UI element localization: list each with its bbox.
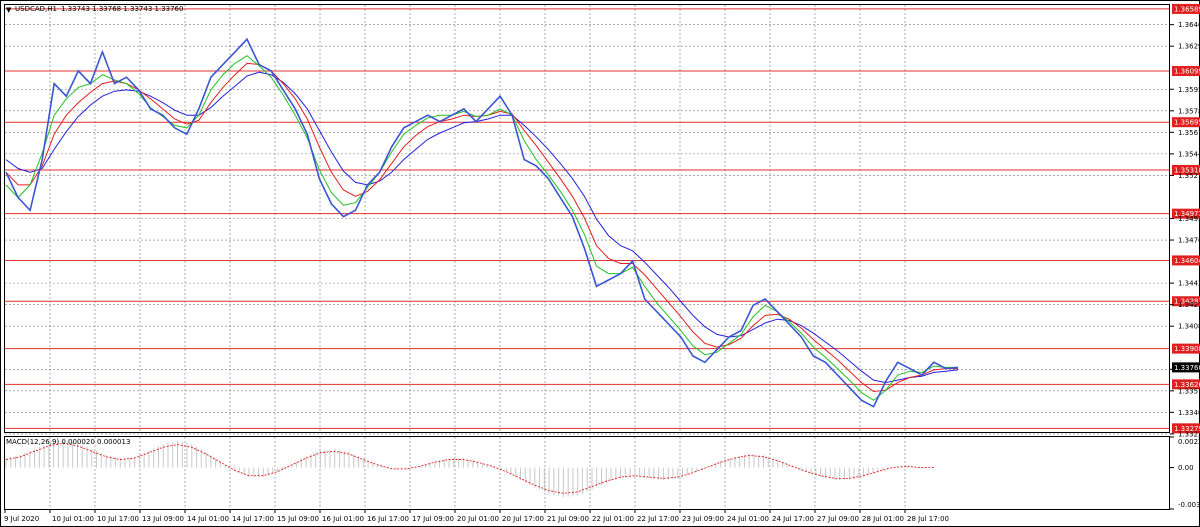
chart-background	[0, 0, 1200, 527]
macd-axis-label: 0.00	[1178, 464, 1194, 472]
price-label: 1.33405	[1178, 409, 1200, 417]
current-price-label: 1.33760	[1174, 364, 1200, 372]
price-label: 1.33575	[1178, 387, 1200, 395]
time-label: 24 Jul 17:00	[772, 515, 814, 523]
time-label: 14 Jul 17:00	[232, 515, 274, 523]
ohlc-readout: 1.33743 1.33768 1.33743 1.33760	[61, 5, 183, 13]
time-label: 17 Jul 09:00	[412, 515, 454, 523]
level-tag-label: 1.35695	[1174, 119, 1200, 127]
time-label: 13 Jul 09:00	[142, 515, 184, 523]
macd-label: MACD(12,26,9) 0.000020 0.000013	[6, 438, 130, 446]
time-label: 20 Jul 01:00	[457, 515, 499, 523]
time-label: 23 Jul 09:00	[682, 515, 724, 523]
price-label: 1.34085	[1178, 323, 1200, 331]
time-label: 27 Jul 09:00	[817, 515, 859, 523]
time-label: 28 Jul 17:00	[907, 515, 949, 523]
time-label: 16 Jul 01:00	[322, 515, 364, 523]
time-label: 22 Jul 17:00	[637, 515, 679, 523]
price-label: 1.34765	[1178, 237, 1200, 245]
level-tag-label: 1.33908	[1174, 345, 1200, 353]
level-tag-label: 1.34604	[1174, 257, 1200, 265]
time-label: 21 Jul 09:00	[547, 515, 589, 523]
time-label: 15 Jul 09:00	[277, 515, 319, 523]
price-label: 1.34935	[1178, 215, 1200, 223]
macd-axis-label: 0.00226	[1178, 438, 1200, 446]
time-label: 24 Jul 01:00	[727, 515, 769, 523]
level-tag-label: 1.36099	[1174, 68, 1200, 76]
symbol-title: USDCAD,H1	[15, 5, 57, 13]
time-label: 22 Jul 01:00	[592, 515, 634, 523]
chart-window[interactable]: 1.365891.360991.356951.353181.349731.346…	[0, 0, 1200, 527]
price-label: 1.35615	[1178, 129, 1200, 137]
price-label: 1.36465	[1178, 21, 1200, 29]
time-label: 10 Jul 01:00	[52, 515, 94, 523]
price-label: 1.35785	[1178, 107, 1200, 115]
price-label: 1.35275	[1178, 172, 1200, 180]
price-label: 1.34425	[1178, 280, 1200, 288]
time-label: 16 Jul 17:00	[367, 515, 409, 523]
price-label: 1.35445	[1178, 150, 1200, 158]
price-label: 1.34255	[1178, 301, 1200, 309]
dropdown-triangle-icon[interactable]: ▼	[6, 6, 12, 14]
time-label: 20 Jul 17:00	[502, 515, 544, 523]
price-label: 1.36295	[1178, 43, 1200, 51]
time-label: 10 Jul 17:00	[97, 515, 139, 523]
time-label: 14 Jul 01:00	[187, 515, 229, 523]
level-tag-label: 1.36589	[1174, 5, 1200, 13]
price-label: 1.35955	[1178, 86, 1200, 94]
time-label: 28 Jul 01:00	[862, 515, 904, 523]
macd-axis-label: -0.00306	[1178, 501, 1200, 509]
time-label: 9 Jul 2020	[4, 515, 39, 523]
